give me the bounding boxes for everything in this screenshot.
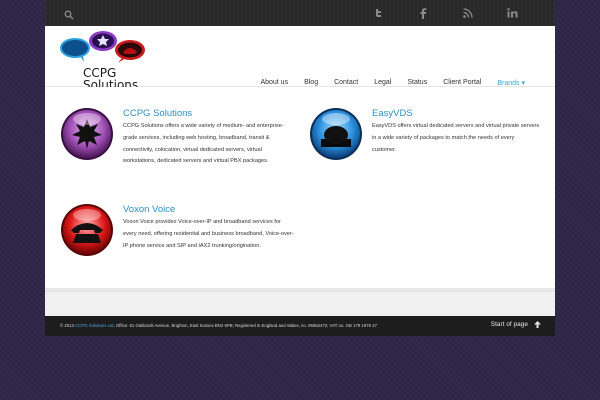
nav-blog[interactable]: Blog: [296, 79, 326, 87]
copyright-text: © 2013 CCPG Solutions Ltd, Office: 61 Oa…: [60, 323, 377, 328]
company-link[interactable]: CCPG Solutions Ltd: [75, 323, 113, 328]
search-icon[interactable]: [64, 7, 76, 20]
start-of-page-label: Start of page: [490, 321, 528, 328]
nav-contact[interactable]: Contact: [326, 79, 366, 87]
ccpg-description: CCPG Solutions offers a wide variety of …: [123, 123, 284, 165]
main-content: CCPG Solutions CCPG Solutions offers a w…: [45, 87, 555, 288]
rss-icon[interactable]: [445, 0, 490, 26]
voxon-title[interactable]: Voxon Voice: [123, 204, 175, 215]
arrow-up-icon: [534, 321, 541, 328]
page-container: CCPG Solutions About us Blog Contact Leg…: [45, 0, 555, 336]
voxon-orb-icon[interactable]: [60, 203, 114, 257]
copyright-prefix: © 2013: [60, 323, 74, 328]
ccpg-orb-icon[interactable]: [60, 107, 114, 161]
nav-about-us[interactable]: About us: [252, 79, 296, 87]
voxon-description: Voxon Voice provides Voice-over-IP and b…: [123, 219, 294, 249]
nav-client-portal[interactable]: Client Portal: [435, 79, 489, 87]
service-card-voxon: Voxon Voice Voxon Voice provides Voice-o…: [60, 203, 295, 283]
copyright-details: , Office: 61 Oaklands Avenue, Brighton, …: [113, 323, 377, 328]
linkedin-icon[interactable]: [490, 0, 535, 26]
start-of-page-link[interactable]: Start of page: [491, 321, 541, 328]
service-card-easyvds: EasyVDS EasyVDS offers virtual dedicated…: [309, 107, 541, 187]
easyvds-title[interactable]: EasyVDS: [372, 108, 413, 119]
site-header: CCPG Solutions About us Blog Contact Leg…: [45, 26, 555, 91]
nav-brands-dropdown[interactable]: Brands ▾: [489, 79, 533, 87]
main-nav: About us Blog Contact Legal Status Clien…: [252, 79, 533, 87]
easyvds-orb-icon[interactable]: [309, 107, 363, 161]
easyvds-description: EasyVDS offers virtual dedicated servers…: [372, 123, 540, 153]
service-card-ccpg: CCPG Solutions CCPG Solutions offers a w…: [60, 107, 295, 187]
social-links: [355, 0, 535, 26]
top-bar: [45, 0, 555, 26]
site-footer: © 2013 CCPG Solutions Ltd, Office: 61 Oa…: [45, 316, 555, 336]
nav-legal[interactable]: Legal: [366, 79, 399, 87]
footer-spacer: [45, 291, 555, 316]
ccpg-title[interactable]: CCPG Solutions: [123, 108, 192, 119]
twitter-icon[interactable]: [355, 0, 400, 26]
facebook-icon[interactable]: [400, 0, 445, 26]
nav-status[interactable]: Status: [399, 79, 435, 87]
